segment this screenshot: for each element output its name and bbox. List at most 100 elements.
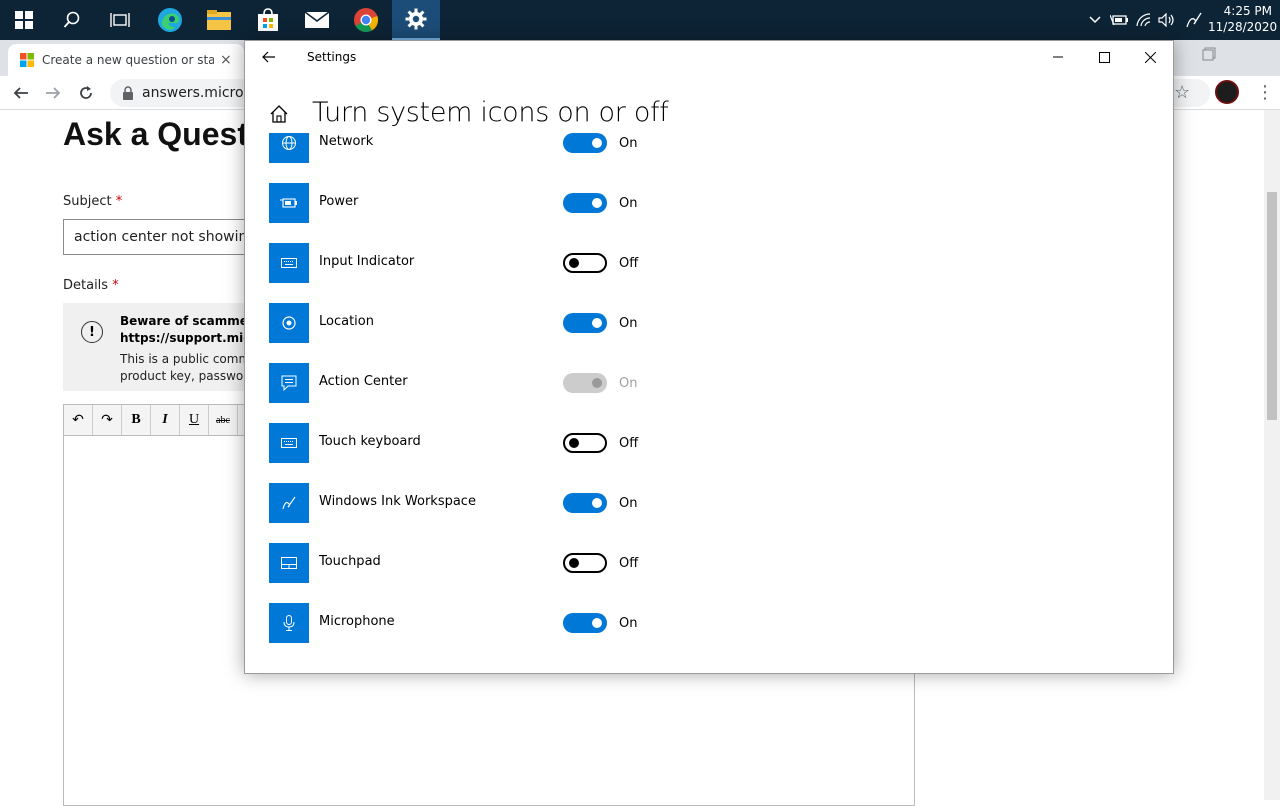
keyboard-icon	[269, 423, 309, 463]
battery-icon	[1110, 14, 1128, 26]
touchpad-icon	[269, 543, 309, 583]
setting-row-input-indicator: Input Indicator Off	[245, 243, 1173, 283]
page-scrollbar[interactable]	[1264, 110, 1280, 800]
reload-icon[interactable]	[75, 82, 97, 104]
toggle-state: On	[619, 376, 638, 391]
setting-label: Power	[319, 194, 359, 209]
settings-taskbar-button[interactable]	[392, 0, 440, 40]
setting-row-microphone: Microphone On	[245, 603, 1173, 643]
restore-browser-icon[interactable]	[1202, 46, 1220, 64]
lock-icon	[123, 86, 133, 100]
forward-arrow-icon[interactable]	[42, 82, 64, 104]
bookmark-star-icon[interactable]: ☆	[1174, 82, 1190, 103]
location-toggle[interactable]	[563, 313, 607, 333]
input-indicator-toggle[interactable]	[563, 253, 607, 273]
back-button[interactable]	[255, 45, 283, 69]
network-toggle[interactable]	[563, 133, 607, 153]
italic-button[interactable]: I	[151, 405, 180, 435]
toggle-state: Off	[619, 556, 639, 571]
microsoft-favicon-icon	[20, 53, 34, 67]
store-button[interactable]	[244, 0, 292, 40]
setting-label: Microphone	[319, 614, 395, 629]
setting-label: Windows Ink Workspace	[319, 494, 476, 509]
start-button[interactable]	[0, 0, 48, 40]
minimize-button[interactable]	[1035, 41, 1081, 73]
back-arrow-icon[interactable]	[10, 82, 32, 104]
maximize-icon	[1098, 51, 1110, 63]
search-icon	[63, 11, 80, 28]
maximize-button[interactable]	[1081, 41, 1127, 73]
toggle-state: On	[619, 136, 638, 151]
toggle-state: On	[619, 616, 638, 631]
touch-keyboard-toggle[interactable]	[563, 433, 607, 453]
taskbar: 4:25 PM 11/28/2020	[0, 0, 1280, 40]
power-toggle[interactable]	[563, 193, 607, 213]
page-title: Turn system icons on or off	[312, 97, 669, 128]
toggle-state: Off	[619, 256, 639, 271]
search-button[interactable]	[48, 0, 96, 40]
microphone-toggle[interactable]	[563, 613, 607, 633]
subject-label: Subject *	[63, 194, 123, 209]
clock-time: 4:25 PM	[1223, 4, 1272, 18]
setting-label: Action Center	[319, 374, 408, 389]
window-title: Settings	[307, 50, 357, 64]
edge-icon	[158, 8, 182, 32]
windows-ink-toggle[interactable]	[563, 493, 607, 513]
toggle-state: On	[619, 196, 638, 211]
show-hidden-icons-button[interactable]	[1084, 0, 1106, 40]
strikethrough-button[interactable]: abc	[209, 405, 238, 435]
setting-row-touch-keyboard: Touch keyboard Off	[245, 423, 1173, 463]
browser-menu-icon[interactable]: ⋮	[1256, 82, 1274, 103]
tab-title: Create a new question or start a	[42, 53, 214, 67]
task-view-button[interactable]	[96, 0, 144, 40]
setting-row-power: Power On	[245, 183, 1173, 223]
mail-button[interactable]	[293, 0, 341, 40]
browser-tab[interactable]: Create a new question or start a ×	[8, 44, 244, 76]
edge-taskbar-button[interactable]	[146, 0, 194, 40]
profile-avatar[interactable]	[1215, 80, 1239, 104]
setting-label: Location	[319, 314, 374, 329]
clock-date: 11/28/2020	[1208, 20, 1278, 34]
file-explorer-button[interactable]	[195, 0, 243, 40]
chrome-button[interactable]	[342, 0, 390, 40]
system-icons-list: Network On Power On Input Indicator Off …	[245, 133, 1173, 673]
redo-icon[interactable]: ↷	[93, 405, 122, 435]
setting-row-network: Network On	[245, 133, 1173, 163]
bold-button[interactable]: B	[122, 405, 151, 435]
close-button[interactable]	[1127, 41, 1173, 73]
action-center-icon	[269, 363, 309, 403]
tab-close-icon[interactable]: ×	[220, 52, 232, 68]
home-icon[interactable]	[269, 104, 291, 126]
task-view-icon	[110, 13, 130, 27]
toggle-state: On	[619, 496, 638, 511]
network-tray-button[interactable]	[1133, 0, 1155, 40]
location-icon	[269, 303, 309, 343]
settings-icon	[405, 8, 427, 30]
settings-window: Settings Turn system icons on or off Net…	[244, 40, 1174, 674]
setting-row-touchpad: Touchpad Off	[245, 543, 1173, 583]
volume-tray-button[interactable]	[1156, 0, 1178, 40]
setting-row-action-center: Action Center On	[245, 363, 1173, 403]
action-center-toggle[interactable]	[563, 373, 607, 393]
chrome-icon	[354, 8, 379, 33]
battery-tray-button[interactable]	[1108, 0, 1130, 40]
setting-label: Input Indicator	[319, 254, 415, 269]
wifi-icon	[1136, 13, 1151, 27]
setting-label: Network	[319, 134, 374, 149]
globe-icon	[269, 133, 309, 163]
scrollbar-thumb[interactable]	[1267, 192, 1277, 420]
setting-label: Touch keyboard	[319, 434, 421, 449]
setting-row-location: Location On	[245, 303, 1173, 343]
ink-workspace-tray-button[interactable]	[1182, 0, 1206, 40]
minimize-icon	[1053, 56, 1063, 58]
microphone-icon	[269, 603, 309, 643]
details-label: Details *	[63, 278, 119, 293]
battery-icon	[269, 183, 309, 223]
info-icon: !	[81, 321, 103, 343]
close-icon	[1144, 51, 1156, 63]
touchpad-toggle[interactable]	[563, 553, 607, 573]
underline-button[interactable]: U	[180, 405, 209, 435]
undo-icon[interactable]: ↶	[64, 405, 93, 435]
toggle-state: On	[619, 316, 638, 331]
clock[interactable]: 4:25 PM 11/28/2020	[1208, 3, 1278, 35]
